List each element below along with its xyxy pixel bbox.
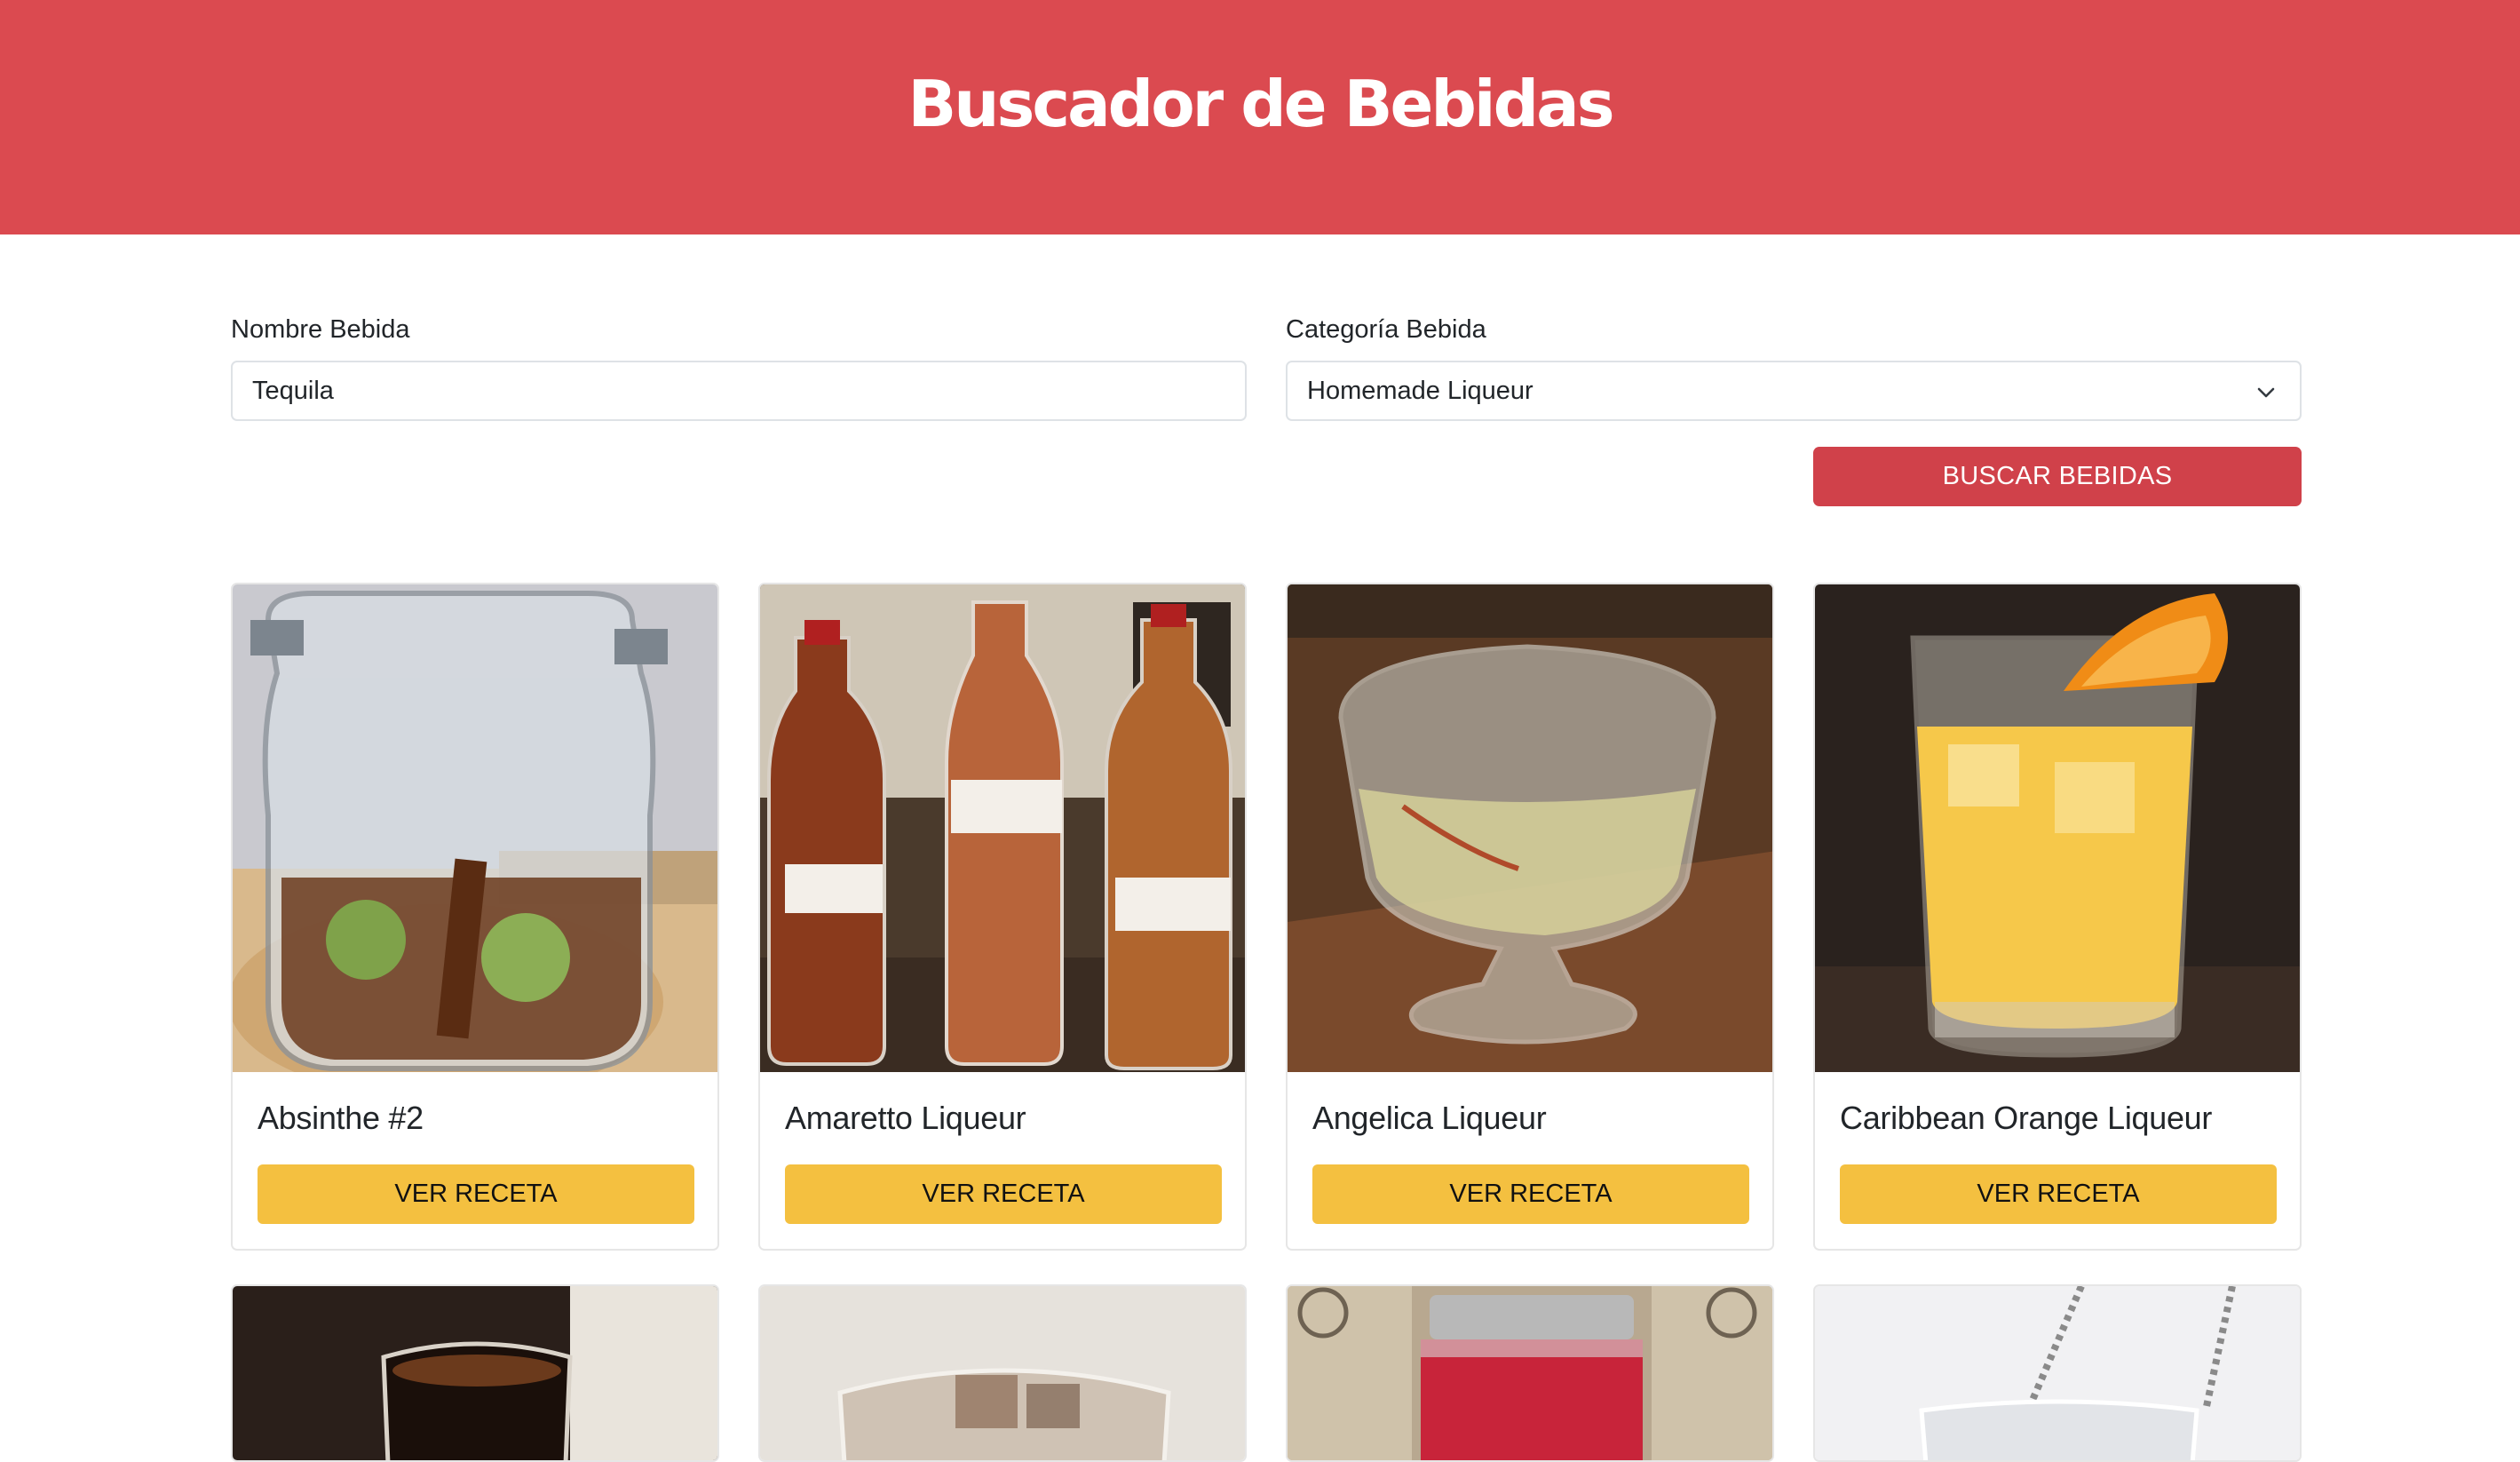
drink-card: Absinthe #2 VER RECETA xyxy=(231,583,719,1251)
amaretto-bottles-photo xyxy=(760,584,1245,1072)
chevron-down-icon xyxy=(2257,387,2275,398)
search-form: Nombre Bebida Tequila Categoría Bebida H… xyxy=(231,302,2302,515)
drink-card xyxy=(1286,1284,1774,1462)
drink-name-field-group: Nombre Bebida Tequila xyxy=(231,302,1247,421)
iced-coffee-photo xyxy=(760,1286,1245,1460)
drink-image xyxy=(760,1286,1245,1460)
drink-category-value: Homemade Liqueur xyxy=(1307,376,1533,405)
drink-card: Caribbean Orange Liqueur VER RECETA xyxy=(1813,583,2302,1251)
drink-card xyxy=(231,1284,719,1462)
drink-name: Absinthe #2 xyxy=(258,1100,424,1136)
view-recipe-button[interactable]: VER RECETA xyxy=(785,1164,1222,1224)
cocktail-glass-photo xyxy=(1815,1286,2300,1460)
view-recipe-button[interactable]: VER RECETA xyxy=(258,1164,694,1224)
orange-drink-photo xyxy=(1815,584,2300,1072)
glass-liqueur-photo xyxy=(1288,584,1772,1072)
drink-image xyxy=(1288,1286,1772,1460)
drink-image xyxy=(1815,1286,2300,1460)
drink-name: Angelica Liqueur xyxy=(1312,1100,1547,1136)
drink-image xyxy=(1288,584,1772,1072)
drink-name-input[interactable]: Tequila xyxy=(231,361,1247,421)
view-recipe-button[interactable]: VER RECETA xyxy=(1312,1164,1749,1224)
drink-image xyxy=(1815,584,2300,1072)
drink-category-field-group: Categoría Bebida Homemade Liqueur xyxy=(1286,302,2302,421)
drink-name: Amaretto Liqueur xyxy=(785,1100,1026,1136)
drink-card xyxy=(1813,1284,2302,1462)
red-jam-jar-photo xyxy=(1288,1286,1772,1460)
view-recipe-button[interactable]: VER RECETA xyxy=(1840,1164,2277,1224)
drink-category-select[interactable]: Homemade Liqueur xyxy=(1286,361,2302,421)
drink-card: Angelica Liqueur VER RECETA xyxy=(1286,583,1774,1251)
drink-image xyxy=(233,584,717,1072)
jar-liqueur-photo xyxy=(233,584,717,1072)
drink-image xyxy=(233,1286,717,1460)
page-header: Buscador de Bebidas xyxy=(0,0,2520,234)
drink-category-label: Categoría Bebida xyxy=(1286,315,1486,344)
page-title: Buscador de Bebidas xyxy=(907,67,1614,141)
dark-shot-glass-photo xyxy=(233,1286,717,1460)
drink-name: Caribbean Orange Liqueur xyxy=(1840,1100,2213,1136)
drink-card xyxy=(758,1284,1247,1462)
drink-name-label: Nombre Bebida xyxy=(231,315,410,344)
drink-name-value: Tequila xyxy=(252,376,334,405)
drink-image xyxy=(760,584,1245,1072)
drink-card: Amaretto Liqueur VER RECETA xyxy=(758,583,1247,1251)
search-drinks-button[interactable]: BUSCAR BEBIDAS xyxy=(1813,447,2302,506)
